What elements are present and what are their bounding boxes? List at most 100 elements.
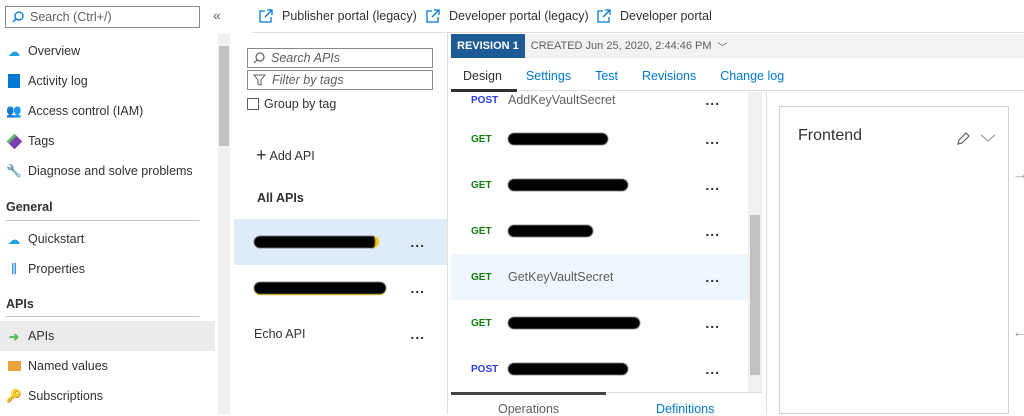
- operation-item[interactable]: GET...: [451, 208, 748, 254]
- api-item[interactable]: ...: [234, 219, 447, 265]
- publisher-portal-link[interactable]: Publisher portal (legacy): [258, 8, 417, 24]
- sidebar-item-subscriptions[interactable]: 🔑 Subscriptions: [0, 381, 215, 411]
- label: Properties: [28, 262, 85, 276]
- chevron-down-icon[interactable]: [980, 133, 996, 143]
- chevron-down-icon[interactable]: ﹀: [718, 39, 728, 54]
- sidebar-item-apis[interactable]: ➜ APIs: [0, 321, 215, 351]
- sidebar-item-properties[interactable]: ⫼ Properties: [0, 254, 215, 284]
- divider: [6, 220, 199, 221]
- divider: [451, 90, 1024, 91]
- tab-test[interactable]: Test: [595, 69, 618, 83]
- operation-item[interactable]: POST...: [451, 346, 748, 392]
- search-apis-input[interactable]: Search APIs: [247, 48, 433, 68]
- operation-item[interactable]: GET...: [451, 162, 748, 208]
- section-general: General: [6, 200, 53, 214]
- more-button[interactable]: ...: [705, 92, 720, 108]
- tab-design[interactable]: Design: [463, 69, 502, 83]
- filter-icon: [253, 74, 266, 86]
- label: Publisher portal (legacy): [282, 9, 417, 23]
- label: Activity log: [28, 74, 88, 88]
- cloud-icon: ☁: [7, 232, 21, 247]
- log-icon: [6, 73, 22, 89]
- developer-portal-link[interactable]: Developer portal: [596, 8, 712, 24]
- properties-icon: ⫼: [11, 261, 17, 276]
- revision-bar[interactable]: REVISION 1 CREATED Jun 25, 2020, 2:44:46 …: [451, 34, 1024, 58]
- plus-icon: +: [256, 145, 267, 165]
- placeholder: Search APIs: [271, 51, 341, 65]
- group-by-tag-checkbox[interactable]: Group by tag: [247, 97, 336, 111]
- label: Add API: [269, 148, 315, 163]
- sidebar-scroll-thumb[interactable]: [219, 46, 229, 146]
- operation-item[interactable]: GET GetKeyVaultSecret...: [451, 254, 748, 300]
- tab-change-log[interactable]: Change log: [720, 69, 784, 83]
- label: APIs: [28, 329, 55, 343]
- redacted-name: [508, 363, 628, 375]
- tab-indicator: [451, 392, 606, 395]
- more-button[interactable]: ...: [705, 269, 720, 285]
- key-icon: 🔑: [6, 388, 22, 403]
- more-button[interactable]: ...: [705, 131, 720, 147]
- more-button[interactable]: ...: [705, 315, 720, 331]
- label: Subscriptions: [28, 389, 104, 403]
- more-button[interactable]: ...: [705, 177, 720, 193]
- sidebar-item-named-values[interactable]: Named values: [0, 351, 215, 381]
- sidebar-item-tags[interactable]: Tags: [0, 126, 215, 156]
- frontend-panel: Frontend: [779, 106, 1009, 414]
- frontend-title: Frontend: [798, 127, 863, 144]
- method: GET: [471, 317, 492, 329]
- redacted-name: [254, 236, 379, 248]
- filter-tags-input[interactable]: Filter by tags: [247, 70, 433, 90]
- label: Access control (IAM): [28, 104, 144, 118]
- tab-revisions[interactable]: Revisions: [642, 69, 696, 83]
- more-button[interactable]: ...: [410, 326, 425, 342]
- checkbox[interactable]: [247, 98, 259, 110]
- method: POST: [471, 363, 499, 375]
- sidebar-item-diagnose[interactable]: 🔧 Diagnose and solve problems: [0, 156, 215, 186]
- external-link-icon: [426, 9, 440, 23]
- operation-item[interactable]: GET...: [451, 300, 748, 346]
- label: Group by tag: [264, 97, 337, 111]
- label: Diagnose and solve problems: [28, 164, 193, 178]
- sidebar-search[interactable]: Search (Ctrl+/): [5, 6, 200, 28]
- redacted-name: [254, 282, 386, 294]
- more-button[interactable]: ...: [410, 234, 425, 250]
- api-icon: ➜: [8, 329, 20, 344]
- add-api-button[interactable]: + Add API: [256, 145, 315, 166]
- operation-item[interactable]: GET...: [451, 116, 748, 162]
- api-item[interactable]: ...: [234, 265, 447, 311]
- redacted-name: [508, 179, 628, 191]
- label: Tags: [28, 134, 55, 148]
- more-button[interactable]: ...: [705, 223, 720, 239]
- label: Echo API: [254, 327, 306, 341]
- operation-name: GetKeyVaultSecret: [508, 270, 614, 284]
- divider: [447, 33, 448, 414]
- sidebar-item-quickstart[interactable]: ☁ Quickstart: [0, 224, 215, 254]
- developer-portal-legacy-link[interactable]: Developer portal (legacy): [425, 8, 589, 24]
- search-icon: [253, 52, 265, 64]
- operations-scroll-thumb[interactable]: [750, 215, 760, 375]
- external-link-icon: [259, 9, 273, 23]
- more-button[interactable]: ...: [410, 280, 425, 296]
- revision-created: CREATED Jun 25, 2020, 2:44:46 PM: [530, 40, 712, 52]
- sidebar-item-overview[interactable]: ☁ Overview: [0, 36, 215, 66]
- external-link-icon: [597, 9, 611, 23]
- people-icon: 👥: [6, 103, 22, 118]
- grid-icon: [6, 358, 22, 374]
- api-item-echo[interactable]: Echo API...: [234, 311, 447, 357]
- all-apis-heading: All APIs: [257, 191, 304, 205]
- pencil-icon[interactable]: [955, 131, 971, 147]
- arrow-right-icon: →: [1012, 166, 1024, 183]
- search-placeholder: Search (Ctrl+/): [30, 10, 112, 24]
- more-button[interactable]: ...: [705, 361, 720, 377]
- search-icon: [12, 11, 24, 23]
- redacted-name: [508, 225, 593, 237]
- sidebar-item-activity-log[interactable]: Activity log: [0, 66, 215, 96]
- divider: [6, 316, 199, 317]
- tag-icon: [6, 133, 22, 149]
- collapse-sidebar-button[interactable]: «: [213, 7, 221, 23]
- method: GET: [471, 271, 492, 283]
- divider: [766, 92, 767, 414]
- tab-settings[interactable]: Settings: [526, 69, 571, 83]
- wrench-icon: 🔧: [6, 163, 22, 178]
- sidebar-item-access-control[interactable]: 👥 Access control (IAM): [0, 96, 215, 126]
